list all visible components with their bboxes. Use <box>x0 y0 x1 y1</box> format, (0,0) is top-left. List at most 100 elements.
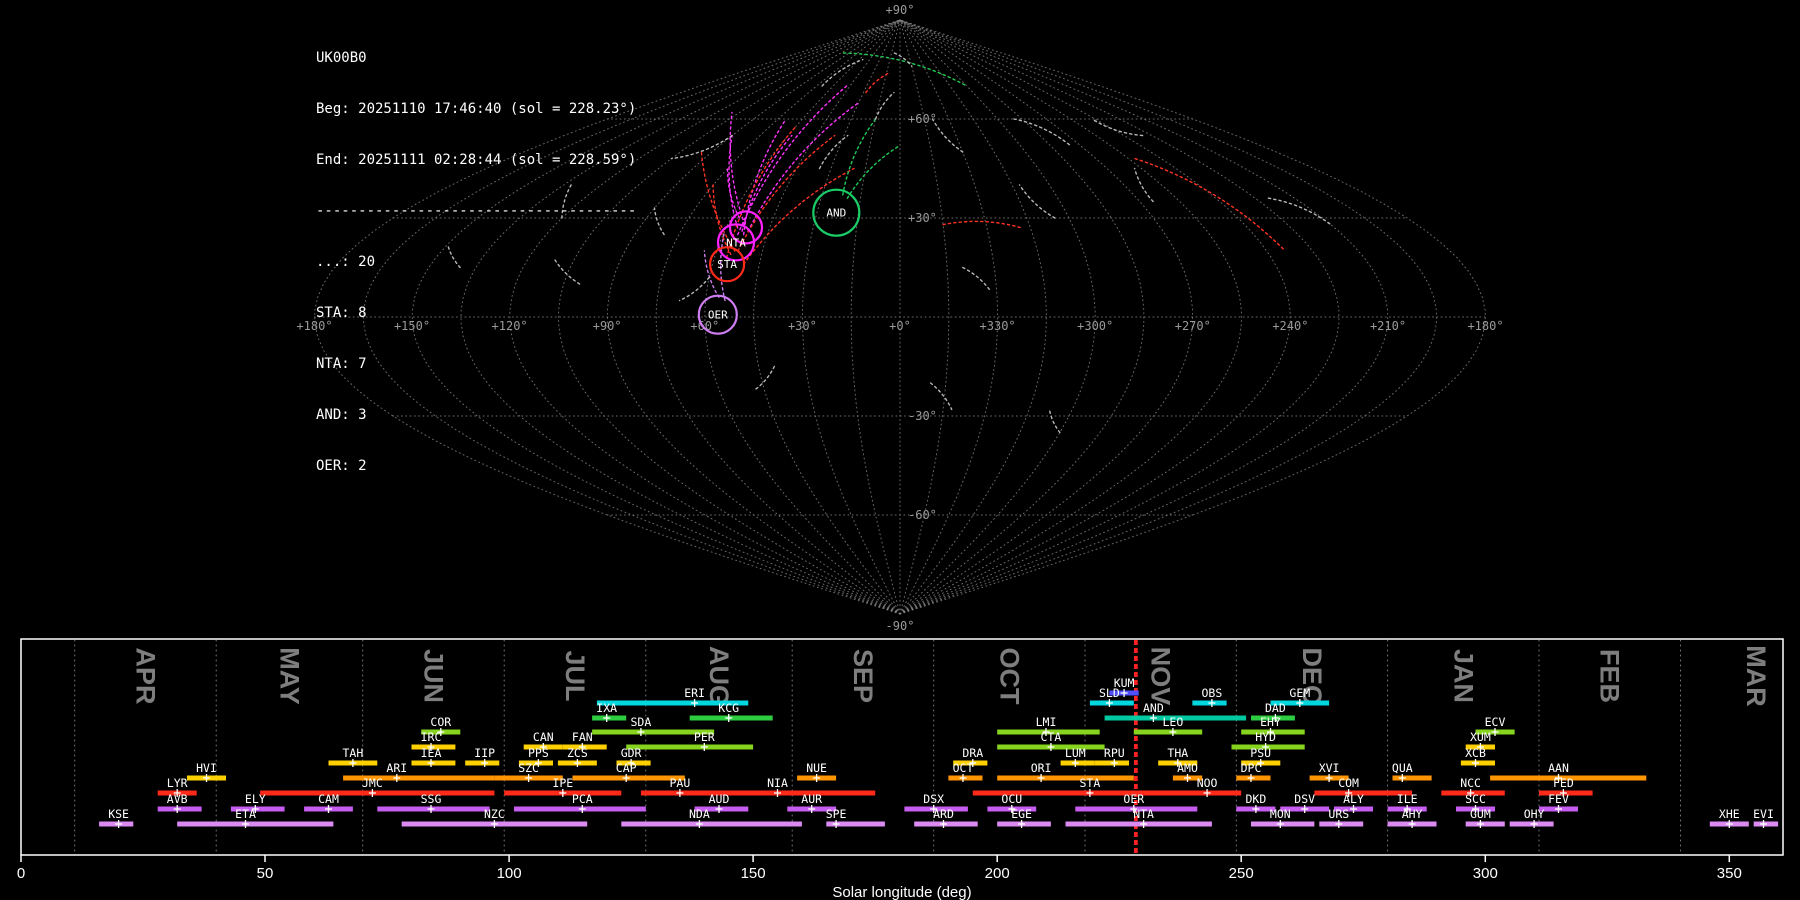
x-tick-label: 200 <box>985 865 1010 882</box>
shower-label-ile: ILE <box>1397 792 1418 806</box>
shower-label-dkd: DKD <box>1246 792 1267 806</box>
trail-spo <box>754 365 775 391</box>
month-label-mar: MAR <box>1741 645 1771 707</box>
shower-label-cam: CAM <box>318 792 339 806</box>
trail-and <box>842 118 877 196</box>
shower-label-ehy: EHY <box>1260 715 1281 729</box>
shower-label-xvi: XVI <box>1319 761 1340 775</box>
trail-spo <box>818 134 849 170</box>
shower-label-fan: FAN <box>572 730 593 744</box>
shower-label-aud: AUD <box>709 792 730 806</box>
shower-label-com: COM <box>1338 776 1359 790</box>
shower-label-tah: TAH <box>343 746 364 760</box>
trail-spo <box>1133 167 1154 203</box>
map-lon-label: +30° <box>788 319 817 333</box>
map-lat-label: -60° <box>908 508 937 522</box>
shower-label-ege: EGE <box>1011 807 1032 821</box>
trail-spo <box>929 382 953 411</box>
trail-spo <box>1267 197 1332 226</box>
shower-label-xum: XUM <box>1470 730 1491 744</box>
shower-label-oer: OER <box>1123 792 1144 806</box>
shower-label-dad: DAD <box>1265 701 1286 715</box>
trail-sta <box>1134 157 1286 252</box>
shower-label-xhe: XHE <box>1719 807 1740 821</box>
x-tick-label: 50 <box>257 865 274 882</box>
shower-label-iip: IIP <box>474 746 495 760</box>
shower-label-xcb: XCB <box>1465 746 1486 760</box>
shower-label-eta: ETA <box>235 807 256 821</box>
shower-label-can: CAN <box>533 730 554 744</box>
shower-label-noo: NOO <box>1197 776 1218 790</box>
shower-label-sta: STA <box>1080 776 1101 790</box>
shower-label-sda: SDA <box>631 715 652 729</box>
shower-label-aly: ALY <box>1343 792 1364 806</box>
trail-spo <box>931 118 964 153</box>
info-block: UK00B0 Beg: 20251110 17:46:40 (sol = 228… <box>316 16 636 509</box>
shower-label-cta: CTA <box>1041 730 1062 744</box>
shower-label-nda: NDA <box>689 807 710 821</box>
month-label-nov: NOV <box>1146 647 1176 706</box>
count-oer: OER: 2 <box>316 458 367 474</box>
trail-spo <box>653 207 665 236</box>
radiant-label-sta: STA <box>717 258 737 271</box>
x-tick-label: 150 <box>741 865 766 882</box>
shower-label-zcs: ZCS <box>567 746 588 760</box>
radiant-label-and: AND <box>826 207 846 220</box>
shower-label-fed: FED <box>1553 776 1574 790</box>
shower-label-nzc: NZC <box>484 807 505 821</box>
shower-label-nue: NUE <box>806 761 827 775</box>
sky-map: +180° +150° +120° +90° +60° +30° +0° +330° +300°… <box>296 3 1503 633</box>
map-lat-label: -90° <box>886 619 915 633</box>
shower-label-ahy: AHY <box>1402 807 1423 821</box>
trail-sta <box>942 220 1023 229</box>
shower-label-dsx: DSX <box>923 792 944 806</box>
shower-label-leo: LEO <box>1163 715 1184 729</box>
map-meridian <box>899 19 1145 615</box>
activity-timeline: APR MAY JUN JUL AUG SEP OCT NOV DEC JAN FEB MARKUME… <box>17 638 1784 900</box>
shower-label-nia: NIA <box>767 776 788 790</box>
trail-spo <box>821 58 864 87</box>
shower-label-hyd: HYD <box>1255 730 1276 744</box>
shower-label-hvi: HVI <box>196 761 217 775</box>
x-tick-label: 0 <box>17 865 25 882</box>
shower-label-ori: ORI <box>1031 761 1052 775</box>
shower-label-tha: THA <box>1167 746 1188 760</box>
shower-label-ecv: ECV <box>1485 715 1506 729</box>
shower-label-dsv: DSV <box>1294 792 1315 806</box>
shower-label-pps: PPS <box>528 746 549 760</box>
trail-spo <box>1013 118 1071 147</box>
count-sporadic: ...: 20 <box>316 254 376 270</box>
x-axis-title: Solar longitude (deg) <box>832 884 971 900</box>
month-label-aug: AUG <box>704 646 734 706</box>
trail-spo <box>874 91 895 120</box>
month-label-jun: JUN <box>418 649 448 703</box>
shower-label-qua: QUA <box>1392 761 1413 775</box>
map-lat-label: -30° <box>908 409 937 423</box>
x-tick-label: 350 <box>1717 865 1742 882</box>
shower-label-ixa: IXA <box>596 701 617 715</box>
shower-label-avb: AVB <box>167 792 188 806</box>
shower-label-pau: PAU <box>670 776 691 790</box>
trail-nta <box>741 134 793 232</box>
shower-label-ely: ELY <box>245 792 266 806</box>
session-begin: Beg: 20251110 17:46:40 (sol = 228.23°) <box>316 101 637 117</box>
shower-label-ocu: OCU <box>1001 792 1022 806</box>
shower-label-fev: FEV <box>1548 792 1569 806</box>
shower-label-iea: IEA <box>421 746 442 760</box>
shower-label-ipe: IPE <box>552 776 573 790</box>
shower-label-gdr: GDR <box>621 746 642 760</box>
shower-label-pca: PCA <box>572 792 593 806</box>
shower-label-psu: PSU <box>1250 746 1271 760</box>
map-lon-label: +330° <box>980 319 1016 333</box>
shower-label-mon: MON <box>1270 807 1291 821</box>
shower-label-obs: OBS <box>1202 686 1223 700</box>
shower-label-lmi: LMI <box>1036 715 1057 729</box>
month-label-apr: APR <box>131 647 161 704</box>
shower-label-nta: NTA <box>1133 807 1154 821</box>
shower-label-oct: OCT <box>953 761 974 775</box>
shower-label-aur: AUR <box>801 792 822 806</box>
month-label-jan: JAN <box>1448 649 1478 703</box>
session-end: End: 20251111 02:28:44 (sol = 228.59°) <box>316 152 637 168</box>
map-lon-label: +180° <box>1467 319 1503 333</box>
map-lat-label: +30° <box>908 211 937 225</box>
